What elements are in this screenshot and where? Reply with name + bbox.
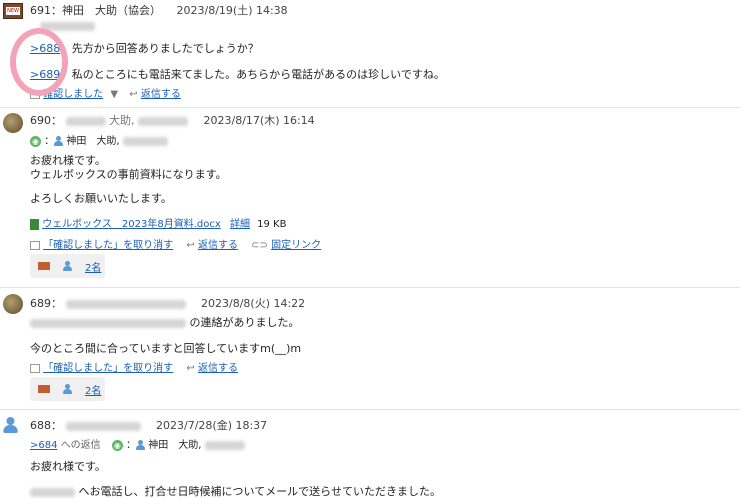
blurred-text — [65, 421, 141, 431]
checkbox-icon — [30, 240, 40, 250]
blurred-text — [65, 299, 186, 309]
attachment-detail-link[interactable]: 詳細 — [230, 219, 250, 230]
stamp-icon — [38, 385, 50, 393]
user-icon — [63, 384, 72, 394]
user-icon — [54, 136, 64, 146]
message-text: よろしくお願いいたします。 — [30, 192, 172, 205]
link-icon: ⊂⊃ — [251, 240, 268, 251]
post-689: 689： 2023/8/8(火) 14:22 の連絡がありました。 今のところ間… — [0, 288, 740, 410]
message-text: へお電話し、打合せ日時候補についてメールで送らせていただきました。 — [78, 485, 441, 498]
reply-icon: ↩ — [129, 89, 138, 100]
avatar — [3, 294, 23, 314]
post-688: 688： 2023/7/28(金) 18:37 >684 への返信 ◉ ： 神田… — [0, 410, 740, 499]
poster-name: 大助, — [109, 114, 135, 127]
message-text: ウェルボックスの事前資料になります。 — [30, 168, 227, 181]
post-number: 688： — [30, 419, 62, 432]
recipient-icon: ◉ — [30, 135, 41, 147]
blurred-text — [122, 136, 168, 146]
group-icon: NEW — [3, 3, 23, 19]
recipient-name: 神田 大助, — [66, 136, 120, 147]
user-icon — [63, 261, 72, 271]
post-date: 2023/8/17(木) 16:14 — [203, 114, 315, 127]
cancel-confirm-link[interactable]: 「確認しました」を取り消す — [43, 240, 173, 251]
reaction-count-link[interactable]: 2名 — [85, 259, 101, 274]
attachment-size: 19 KB — [257, 219, 287, 230]
post-date: 2023/8/8(火) 14:22 — [201, 297, 306, 310]
reply-link[interactable]: 返信する — [141, 89, 181, 100]
post-number: 689： — [30, 297, 62, 310]
reaction-bar[interactable]: 2名 — [30, 377, 105, 401]
checkbox-icon — [30, 363, 40, 373]
blurred-text — [65, 116, 106, 126]
recipient-icon: ◉ — [111, 439, 123, 451]
blurred-text — [30, 487, 75, 497]
blurred-text — [204, 440, 245, 450]
blurred-text — [30, 318, 186, 328]
reply-ref-link[interactable]: >684 — [30, 440, 57, 451]
reply-suffix: への返信 — [60, 440, 101, 451]
avatar-user-icon — [3, 417, 18, 433]
post-691: NEW 691：神田 大助（協会） 2023/8/19(土) 14:38 >68… — [0, 0, 740, 108]
attachment-link[interactable]: ウェルボックス 2023年8月資料.docx — [42, 219, 221, 230]
reaction-bar[interactable]: 2名 — [30, 254, 105, 278]
reply-icon: ↩ — [186, 363, 195, 374]
message-text: 先方から回答ありましたでしょうか？ — [71, 42, 259, 55]
reaction-count-link[interactable]: 2名 — [85, 382, 101, 397]
reply-icon: ↩ — [186, 240, 195, 251]
reply-link[interactable]: 返信する — [198, 240, 238, 251]
post-690: 690： 大助, 2023/8/17(木) 16:14 ◉ ： 神田 大助, お… — [0, 108, 740, 288]
avatar — [3, 113, 23, 133]
stamp-icon — [38, 262, 50, 270]
post-number: 690： — [30, 114, 62, 127]
recipient-name: 神田 大助, — [148, 440, 202, 451]
message-text: の連絡がありました。 — [189, 316, 300, 329]
dropdown-arrow-icon[interactable]: ▼ — [110, 89, 118, 100]
permalink-link[interactable]: 固定リンク — [271, 240, 321, 251]
reply-link[interactable]: 返信する — [198, 363, 238, 374]
blurred-text — [138, 116, 188, 126]
user-icon — [136, 440, 146, 450]
post-date: 2023/7/28(金) 18:37 — [156, 419, 268, 432]
message-text: お疲れ様です。 — [30, 460, 106, 473]
highlight-circle — [10, 28, 68, 96]
post-date: 2023/8/19(土) 14:38 — [176, 4, 288, 17]
message-text: 今のところ間に合っていますと回答していますm(__)m — [30, 342, 302, 355]
cancel-confirm-link[interactable]: 「確認しました」を取り消す — [43, 363, 173, 374]
message-text: 私のところにも電話来てました。あちらから電話があるのは珍しいですね。 — [71, 68, 445, 81]
post-header: 691：神田 大助（協会） — [30, 4, 161, 17]
document-icon — [30, 218, 39, 230]
